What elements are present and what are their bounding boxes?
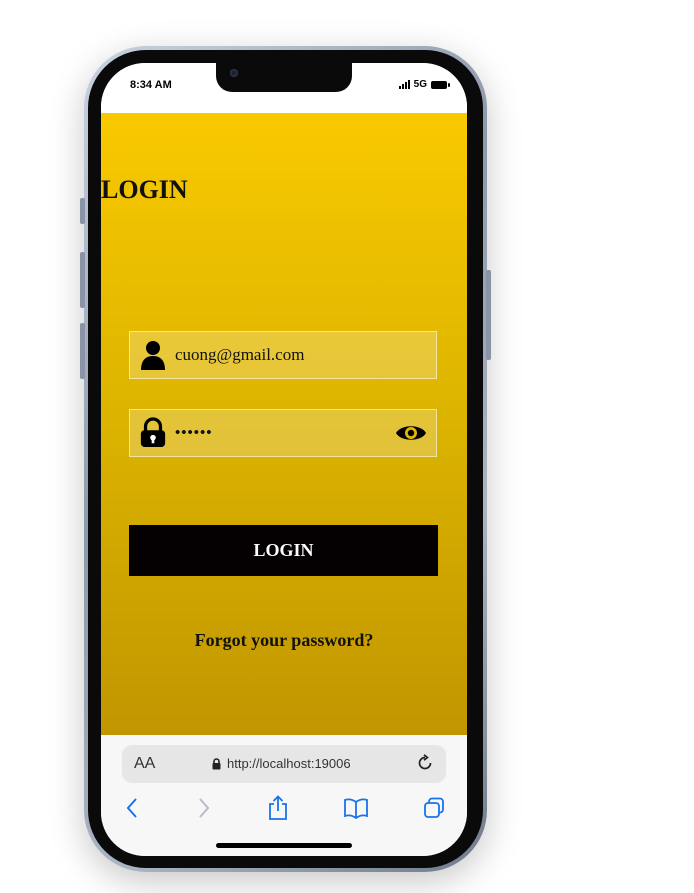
- text-size-label: AA: [134, 755, 156, 772]
- page-title: LOGIN: [101, 175, 188, 204]
- volume-up-button: [80, 252, 85, 308]
- login-screen: LOGIN cuong@gmail.com •••••• LOGIN Forgo…: [101, 113, 467, 735]
- home-indicator[interactable]: [216, 843, 352, 848]
- bookmarks-icon[interactable]: [341, 793, 371, 823]
- notch: [216, 63, 352, 92]
- url-bar[interactable]: AA http://localhost:19006: [122, 745, 446, 783]
- forgot-password-link[interactable]: Forgot your password?: [101, 630, 467, 651]
- text-size-button[interactable]: AA: [134, 755, 155, 773]
- status-indicators: 5G: [398, 79, 450, 90]
- email-value: cuong@gmail.com: [175, 345, 305, 364]
- action-button: [80, 198, 85, 224]
- browser-chrome: AA http://localhost:19006: [101, 735, 467, 856]
- share-icon[interactable]: [263, 793, 293, 823]
- battery-icon: [431, 80, 450, 89]
- reload-icon[interactable]: [416, 754, 434, 777]
- password-value: ••••••: [175, 424, 213, 441]
- user-icon: [139, 339, 167, 371]
- eye-icon[interactable]: [394, 421, 428, 445]
- browser-toolbar: [101, 793, 467, 823]
- lock-icon: [212, 757, 221, 769]
- signal-icon: [398, 80, 410, 89]
- url-text: http://localhost:19006: [227, 756, 351, 771]
- volume-down-button: [80, 323, 85, 379]
- lock-icon: [139, 417, 167, 449]
- status-time: 8:34 AM: [130, 79, 172, 91]
- email-field[interactable]: cuong@gmail.com: [129, 331, 437, 379]
- forward-icon[interactable]: [189, 793, 219, 823]
- password-field[interactable]: ••••••: [129, 409, 437, 457]
- url-display[interactable]: http://localhost:19006: [212, 756, 351, 771]
- back-icon[interactable]: [117, 793, 147, 823]
- login-button[interactable]: LOGIN: [129, 525, 438, 576]
- tabs-icon[interactable]: [419, 793, 449, 823]
- network-label: 5G: [413, 79, 427, 90]
- power-button: [486, 270, 491, 360]
- phone-screen: 8:34 AM 5G LOGIN cuong@gmail.com •••••• …: [101, 63, 467, 856]
- camera-icon: [230, 69, 238, 77]
